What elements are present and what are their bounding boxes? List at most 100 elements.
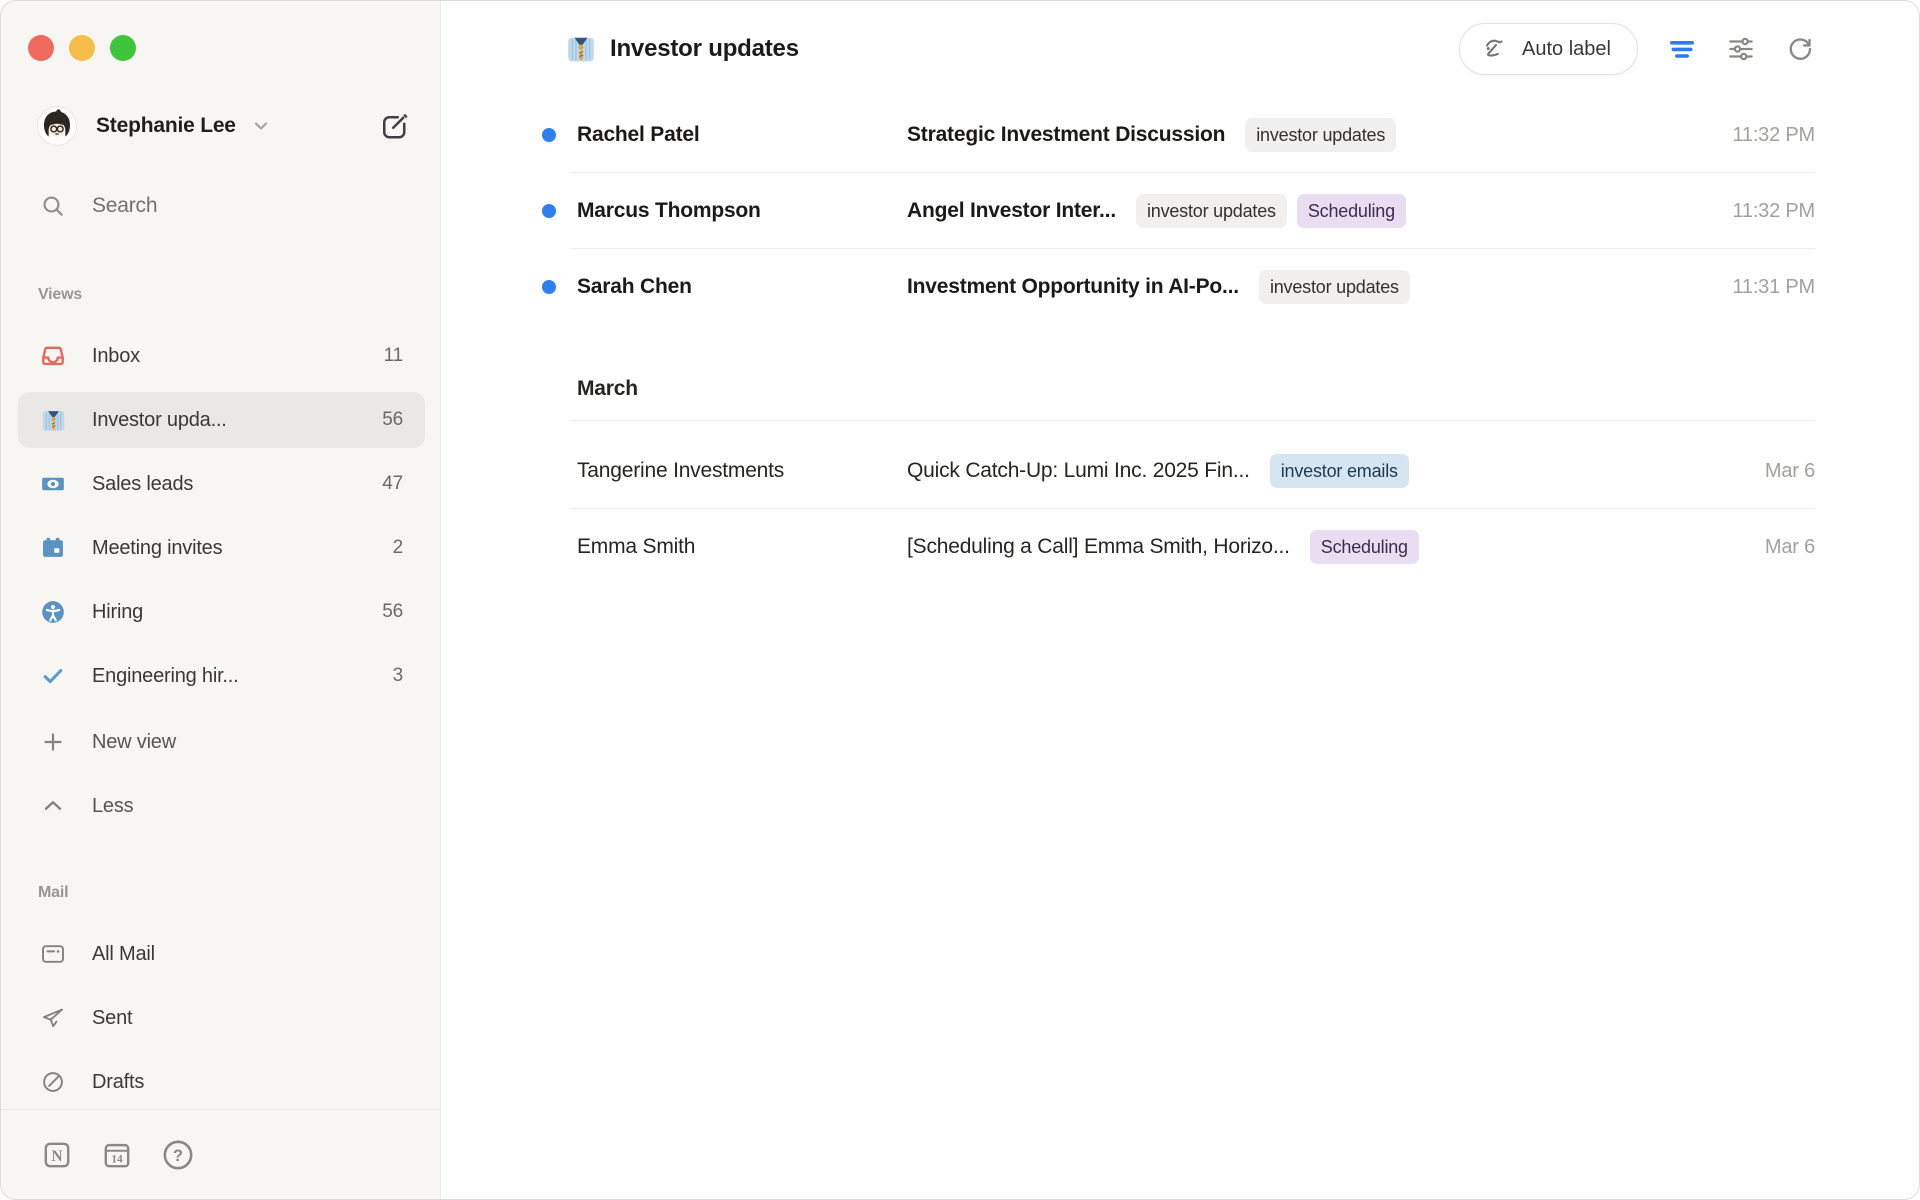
sidebar-item-sales-leads[interactable]: Sales leads 47 [18,456,425,512]
new-view-button[interactable]: New view [18,714,425,770]
email-sender: Tangerine Investments [577,459,907,483]
unread-dot [542,204,556,218]
email-group-march: March Tangerine Investments Quick Catch-… [442,325,1919,585]
app-window: Stephanie Lee Search [0,0,1920,1200]
label-chip[interactable]: Scheduling [1310,530,1419,564]
person-circle-icon [40,599,66,625]
email-subject: [Scheduling a Call] Emma Smith, Horizo..… [907,535,1290,559]
email-time: 11:32 PM [1732,200,1815,223]
svg-text:14: 14 [111,1153,123,1165]
email-sender: Marcus Thompson [577,199,907,223]
refresh-button[interactable] [1778,27,1822,71]
help-button[interactable]: ? [161,1138,195,1172]
sidebar-item-sent[interactable]: Sent [18,990,425,1046]
search-icon [40,193,66,219]
minimize-window-button[interactable] [69,35,95,61]
chevron-down-icon [250,115,272,137]
mail-section-header: Mail [38,884,425,902]
necktie-icon [40,407,66,433]
pencil-circle-icon [40,1069,66,1095]
sidebar-item-label: Hiring [92,601,143,624]
zoom-window-button[interactable] [110,35,136,61]
user-avatar [37,106,77,146]
sidebar-item-label: Meeting invites [92,537,222,560]
filter-button[interactable] [1660,27,1704,71]
auto-label-button[interactable]: Auto label [1459,23,1638,75]
paper-plane-icon [40,1005,66,1031]
label-chip[interactable]: Scheduling [1297,194,1406,228]
label-chip[interactable]: investor updates [1136,194,1287,228]
auto-label-icon [1479,34,1509,64]
notion-logo-icon: N [41,1139,73,1171]
header-actions: Auto label [1459,23,1822,75]
email-date: Mar 6 [1765,460,1815,483]
less-label: Less [92,795,133,818]
sidebar-item-inbox[interactable]: Inbox 11 [18,328,425,384]
label-chip[interactable]: investor updates [1245,118,1396,152]
auto-label-text: Auto label [1522,38,1611,61]
all-mail-icon [40,941,66,967]
email-subject: Investment Opportunity in AI-Po... [907,275,1239,299]
email-row[interactable]: Emma Smith [Scheduling a Call] Emma Smit… [442,509,1919,585]
filter-lines-icon [1667,34,1697,64]
page-title: Investor updates [610,35,799,63]
close-window-button[interactable] [28,35,54,61]
display-options-button[interactable] [1719,27,1763,71]
search-label: Search [92,194,157,218]
email-time: 11:32 PM [1732,124,1815,147]
email-sender: Sarah Chen [577,275,907,299]
sidebar-item-investor-updates[interactable]: Investor upda... 56 [18,392,425,448]
sidebar-item-drafts[interactable]: Drafts [18,1054,425,1110]
views-section-header: Views [38,286,425,304]
compose-icon [380,111,410,141]
account-switcher[interactable]: Stephanie Lee [37,104,425,148]
sidebar-item-count: 2 [393,537,403,559]
compose-button[interactable] [379,110,411,142]
sidebar-item-count: 56 [382,409,403,431]
notion-app-button[interactable]: N [41,1139,73,1171]
group-title: March [577,377,638,401]
sidebar-item-engineering-hiring[interactable]: Engineering hir... 3 [18,648,425,704]
email-row[interactable]: Tangerine Investments Quick Catch-Up: Lu… [442,433,1919,509]
label-chip[interactable]: investor emails [1270,454,1409,488]
email-subject: Strategic Investment Discussion [907,123,1225,147]
sidebar-item-all-mail[interactable]: All Mail [18,926,425,982]
mail-list: All Mail Sent [18,926,425,1110]
sidebar-footer: N 14 ? [1,1109,440,1199]
sidebar-item-count: 11 [384,345,403,367]
user-name: Stephanie Lee [96,114,236,138]
mail-list-pane: Investor updates Auto label [442,1,1919,1199]
sidebar-item-label: Engineering hir... [92,665,239,688]
sidebar-item-count: 3 [393,665,403,687]
notion-calendar-button[interactable]: 14 [101,1139,133,1171]
sidebar-item-label: All Mail [92,943,155,966]
sidebar-item-hiring[interactable]: Hiring 56 [18,584,425,640]
inbox-icon [40,343,66,369]
email-subject: Quick Catch-Up: Lumi Inc. 2025 Fin... [907,459,1250,483]
new-view-label: New view [92,731,176,754]
plus-icon [40,729,66,755]
email-sender: Emma Smith [577,535,907,559]
checkmark-icon [40,663,66,689]
search-button[interactable]: Search [40,186,425,226]
email-row[interactable]: Sarah Chen Investment Opportunity in AI-… [442,249,1919,325]
banknote-icon [40,471,66,497]
email-date: Mar 6 [1765,536,1815,559]
svg-text:N: N [51,1147,62,1164]
svg-text:?: ? [173,1146,183,1164]
sidebar-item-label: Drafts [92,1071,144,1094]
email-row[interactable]: Marcus Thompson Angel Investor Inter... … [442,173,1919,249]
email-sender: Rachel Patel [577,123,907,147]
group-header: March [442,325,1919,421]
sliders-icon [1726,34,1756,64]
views-list: Inbox 11 Investor upda. [18,328,425,834]
less-button[interactable]: Less [18,778,425,834]
sidebar-item-label: Sent [92,1007,132,1030]
sidebar-item-label: Investor upda... [92,409,227,432]
email-row[interactable]: Rachel Patel Strategic Investment Discus… [442,97,1919,173]
view-header: Investor updates Auto label [442,1,1919,97]
notion-calendar-icon: 14 [101,1139,133,1171]
sidebar-item-meeting-invites[interactable]: Meeting invites 2 [18,520,425,576]
label-chip[interactable]: investor updates [1259,270,1410,304]
refresh-icon [1785,34,1815,64]
